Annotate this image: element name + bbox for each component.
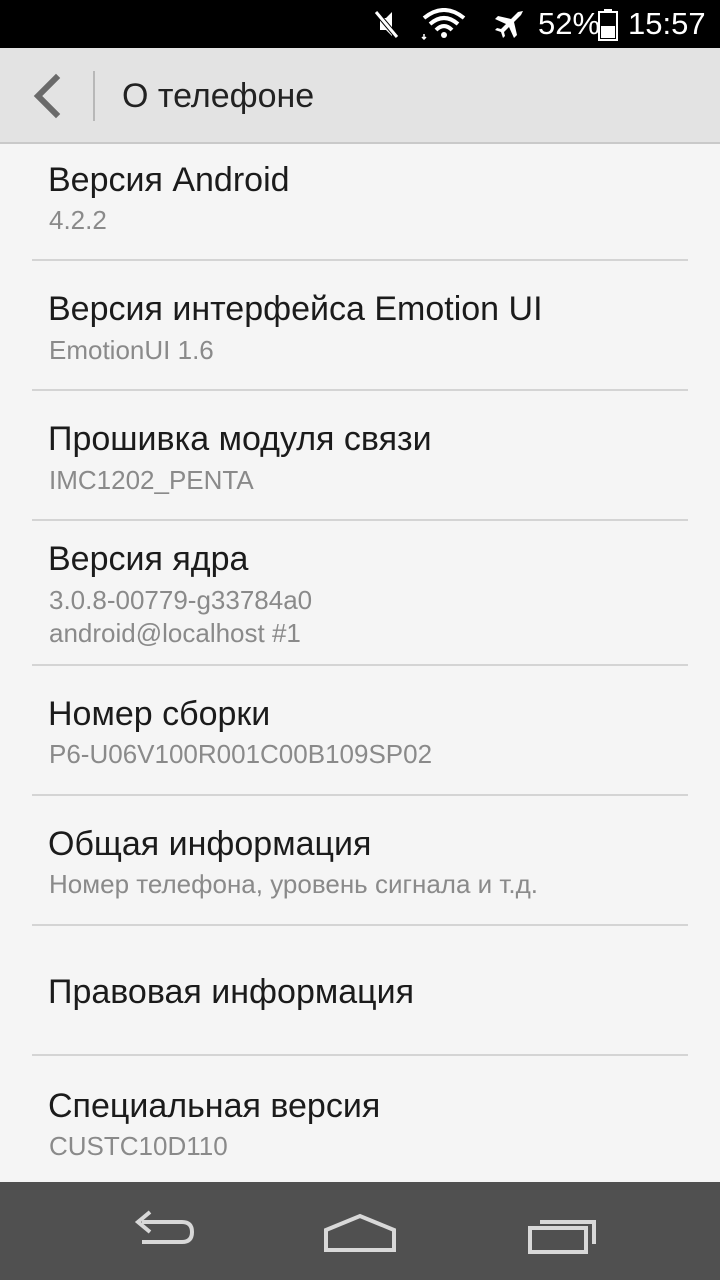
page-title: О телефоне: [122, 77, 315, 115]
clock: 15:57: [628, 6, 706, 41]
status-bar: 52% 15:57: [0, 0, 720, 48]
list-item[interactable]: Версия ядра 3.0.8-00779-g33784a0 android@…: [0, 521, 720, 666]
list-item-title: Версия ядра: [48, 540, 249, 578]
list-item-title: Версия Android: [48, 161, 290, 199]
list-item[interactable]: Версия Android 4.2.2: [0, 146, 720, 261]
list-item-title: Общая информация: [48, 825, 372, 863]
action-bar: О телефоне: [0, 48, 720, 144]
home-icon[interactable]: [318, 1204, 402, 1260]
airplane-icon: [495, 11, 523, 38]
mute-icon: [374, 10, 399, 39]
list-item[interactable]: Специальная версия CUSTC10D110: [0, 1056, 720, 1182]
recent-apps-icon[interactable]: [522, 1204, 602, 1260]
list-item[interactable]: Номер сборки P6-U06V100R001C00B109SP02: [0, 666, 720, 796]
list-item-summary: EmotionUI 1.6: [49, 335, 214, 365]
back-arrow-icon[interactable]: [120, 1204, 200, 1260]
list-item-summary: IMC1202_PENTA: [49, 465, 254, 495]
list-item[interactable]: Общая информация Номер телефона, уровень …: [0, 796, 720, 926]
list-item-summary: P6-U06V100R001C00B109SP02: [49, 739, 433, 769]
list-item-title: Версия интерфейса Emotion UI: [48, 290, 543, 328]
list-item[interactable]: Правовая информация: [0, 926, 720, 1056]
list-item-title: Правовая информация: [48, 973, 415, 1011]
list-item-summary: CUSTC10D110: [49, 1131, 228, 1161]
list-item-title: Прошивка модуля связи: [48, 420, 432, 458]
list-item-title: Специальная версия: [48, 1087, 381, 1125]
battery-icon: [598, 9, 618, 41]
chevron-left-icon: [33, 73, 61, 119]
list-item-summary: 4.2.2: [49, 205, 107, 235]
list-item-summary: 3.0.8-00779-g33784a0 android@localhost #…: [49, 585, 313, 648]
wifi-icon: [421, 8, 466, 40]
back-button[interactable]: [18, 70, 78, 122]
list-item[interactable]: Прошивка модуля связи IMC1202_PENTA: [0, 391, 720, 521]
action-bar-divider: [93, 71, 95, 121]
list-item[interactable]: Версия интерфейса Emotion UI EmotionUI 1.…: [0, 261, 720, 391]
battery-percent: 52%: [538, 6, 601, 41]
list-item-title: Номер сборки: [48, 695, 271, 733]
settings-list[interactable]: Версия Android 4.2.2 Версия интерфейса Emo…: [0, 146, 720, 1182]
list-item-summary: Номер телефона, уровень сигнала и т.д.: [49, 869, 539, 899]
navigation-bar: [0, 1182, 720, 1280]
